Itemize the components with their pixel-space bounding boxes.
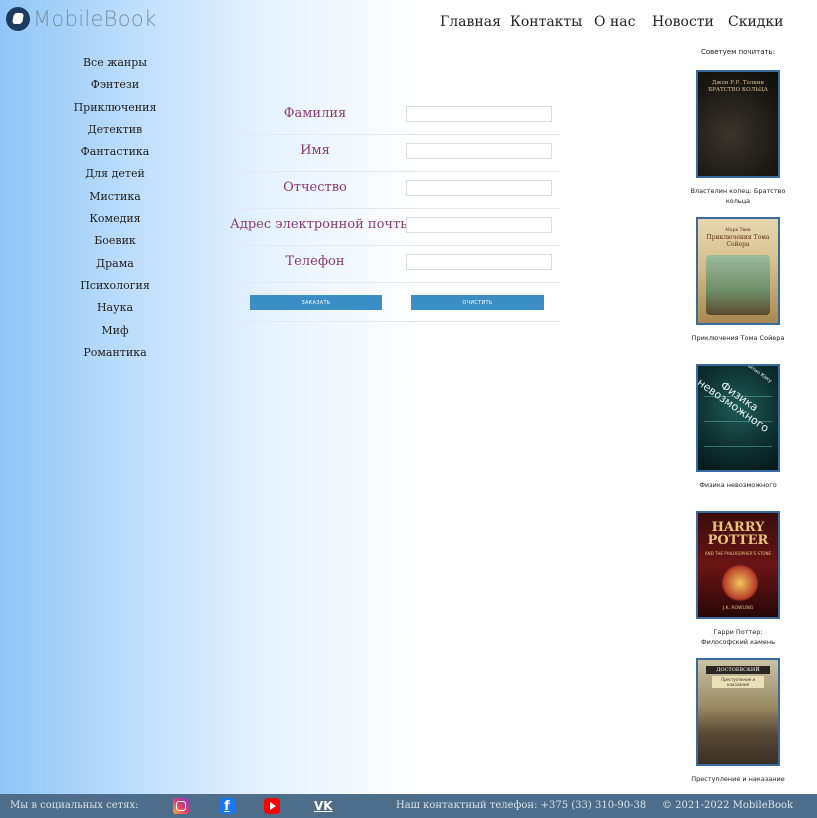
genre-link-adventure[interactable]: Приключения	[60, 97, 170, 119]
genre-link-action[interactable]: Боевик	[60, 230, 170, 252]
book-card[interactable]: ДОСТОЕВСКИЙ Преступление и наказание Пре…	[682, 658, 794, 784]
surname-input[interactable]	[406, 106, 552, 122]
form-row-surname: Фамилия	[230, 98, 560, 135]
genre-link-mystic[interactable]: Мистика	[60, 186, 170, 208]
book-caption[interactable]: Гарри Поттер: Философский камень	[682, 627, 794, 647]
form-row-name: Имя	[230, 135, 560, 172]
order-button[interactable]: заказать	[250, 295, 382, 310]
genre-link-myth[interactable]: Миф	[60, 320, 170, 342]
cover-author: Митио Каку	[744, 364, 773, 385]
cover-author: Марк Твен	[725, 228, 751, 233]
form-row-phone: Телефон	[230, 246, 560, 283]
header: MobileBook Главная Контакты О нас Новост…	[0, 0, 817, 40]
patronymic-input[interactable]	[406, 180, 552, 196]
facebook-icon[interactable]: f	[219, 798, 235, 814]
social-label: Мы в социальных сетях:	[10, 800, 139, 811]
book-card[interactable]: Джон Р.Р. Толкин БРАТСТВО КОЛЬЦА Властел…	[682, 70, 794, 206]
genre-link-psychology[interactable]: Психология	[60, 275, 170, 297]
cover-title: Марк Твен Приключения Тома Сойера	[698, 227, 778, 248]
book-caption[interactable]: Физика невозможного	[682, 480, 794, 490]
cover-title: БРАТСТВО КОЛЬЦА	[708, 87, 768, 93]
name-label: Имя	[300, 143, 330, 158]
cover-title-text: Приключения Тома Сойера	[706, 234, 770, 248]
cover-author: J.K. ROWLING	[722, 606, 754, 611]
youtube-icon[interactable]	[264, 798, 280, 814]
book-card[interactable]: Физика невозможного Митио Каку Физика не…	[682, 364, 794, 490]
cover-illustration	[706, 255, 770, 315]
surname-label: Фамилия	[283, 106, 347, 121]
contact-phone: Наш контактный телефон: +375 (33) 310-90…	[396, 800, 647, 811]
book-caption[interactable]: Властелин колец: Братство кольца	[682, 186, 794, 206]
cover-subtitle: AND THE PHILOSOPHER'S STONE	[704, 551, 772, 556]
book-caption[interactable]: Приключения Тома Сойера	[682, 333, 794, 343]
cover-illustration	[720, 565, 760, 601]
email-label: Адрес электронной почты	[230, 217, 411, 232]
book-cover[interactable]: ДОСТОЕВСКИЙ Преступление и наказание	[696, 658, 780, 766]
genre-link-comedy[interactable]: Комедия	[60, 208, 170, 230]
logo[interactable]: MobileBook	[6, 7, 157, 31]
logo-text: MobileBook	[33, 7, 157, 31]
nav-about[interactable]: О нас	[594, 14, 635, 30]
genre-link-detective[interactable]: Детектив	[60, 119, 170, 141]
name-input[interactable]	[406, 143, 552, 159]
book-cover[interactable]: Физика невозможного Митио Каку	[696, 364, 780, 472]
genre-link-scifi[interactable]: Фантастика	[60, 141, 170, 163]
nav-news[interactable]: Новости	[652, 14, 714, 30]
book-card[interactable]: HARRY POTTER AND THE PHILOSOPHER'S STONE…	[682, 511, 794, 647]
patronymic-label: Отчество	[283, 180, 347, 195]
genre-link-fantasy[interactable]: Фэнтези	[60, 74, 170, 96]
nav-discounts[interactable]: Скидки	[728, 14, 784, 30]
genre-link-kids[interactable]: Для детей	[60, 163, 170, 185]
cover-subtitle: Преступление и наказание	[712, 676, 764, 688]
logo-icon	[6, 7, 30, 31]
recommend-title: Советуем почитать:	[700, 48, 776, 56]
email-input[interactable]	[406, 217, 552, 233]
clear-button[interactable]: очистить	[411, 295, 544, 310]
vk-icon[interactable]: VK	[314, 798, 333, 814]
cover-title: HARRY POTTER	[707, 520, 769, 548]
nav-contacts[interactable]: Контакты	[510, 14, 582, 30]
cover-title: ДОСТОЕВСКИЙ	[706, 666, 770, 674]
instagram-icon[interactable]	[173, 798, 189, 814]
book-caption[interactable]: Преступление и наказание	[682, 774, 794, 784]
genre-link-science[interactable]: Наука	[60, 297, 170, 319]
phone-label: Телефон	[285, 254, 345, 269]
form-row-email: Адрес электронной почты	[230, 209, 560, 246]
book-cover[interactable]: HARRY POTTER AND THE PHILOSOPHER'S STONE…	[696, 511, 780, 619]
cover-author: Джон Р.Р. Толкин	[711, 80, 765, 86]
book-card[interactable]: Марк Твен Приключения Тома Сойера Приклю…	[682, 217, 794, 343]
genre-link-all[interactable]: Все жанры	[60, 52, 170, 74]
form-buttons: заказать очистить	[230, 283, 560, 322]
genre-link-drama[interactable]: Драма	[60, 253, 170, 275]
copyright: © 2021-2022 MobileBook	[662, 800, 794, 811]
genre-link-romance[interactable]: Романтика	[60, 342, 170, 364]
book-cover[interactable]: Джон Р.Р. Толкин БРАТСТВО КОЛЬЦА	[696, 70, 780, 178]
footer: Мы в социальных сетях: f VK Наш контактн…	[0, 794, 817, 818]
form-row-patronymic: Отчество	[230, 172, 560, 209]
phone-input[interactable]	[406, 254, 552, 270]
recommendations: Советуем почитать: Джон Р.Р. Толкин БРАТ…	[682, 40, 794, 783]
order-form: Фамилия Имя Отчество Адрес электронной п…	[230, 98, 560, 322]
nav-home[interactable]: Главная	[440, 14, 501, 30]
book-cover[interactable]: Марк Твен Приключения Тома Сойера	[696, 217, 780, 325]
genre-sidebar: Все жанры Фэнтези Приключения Детектив Ф…	[60, 52, 170, 364]
